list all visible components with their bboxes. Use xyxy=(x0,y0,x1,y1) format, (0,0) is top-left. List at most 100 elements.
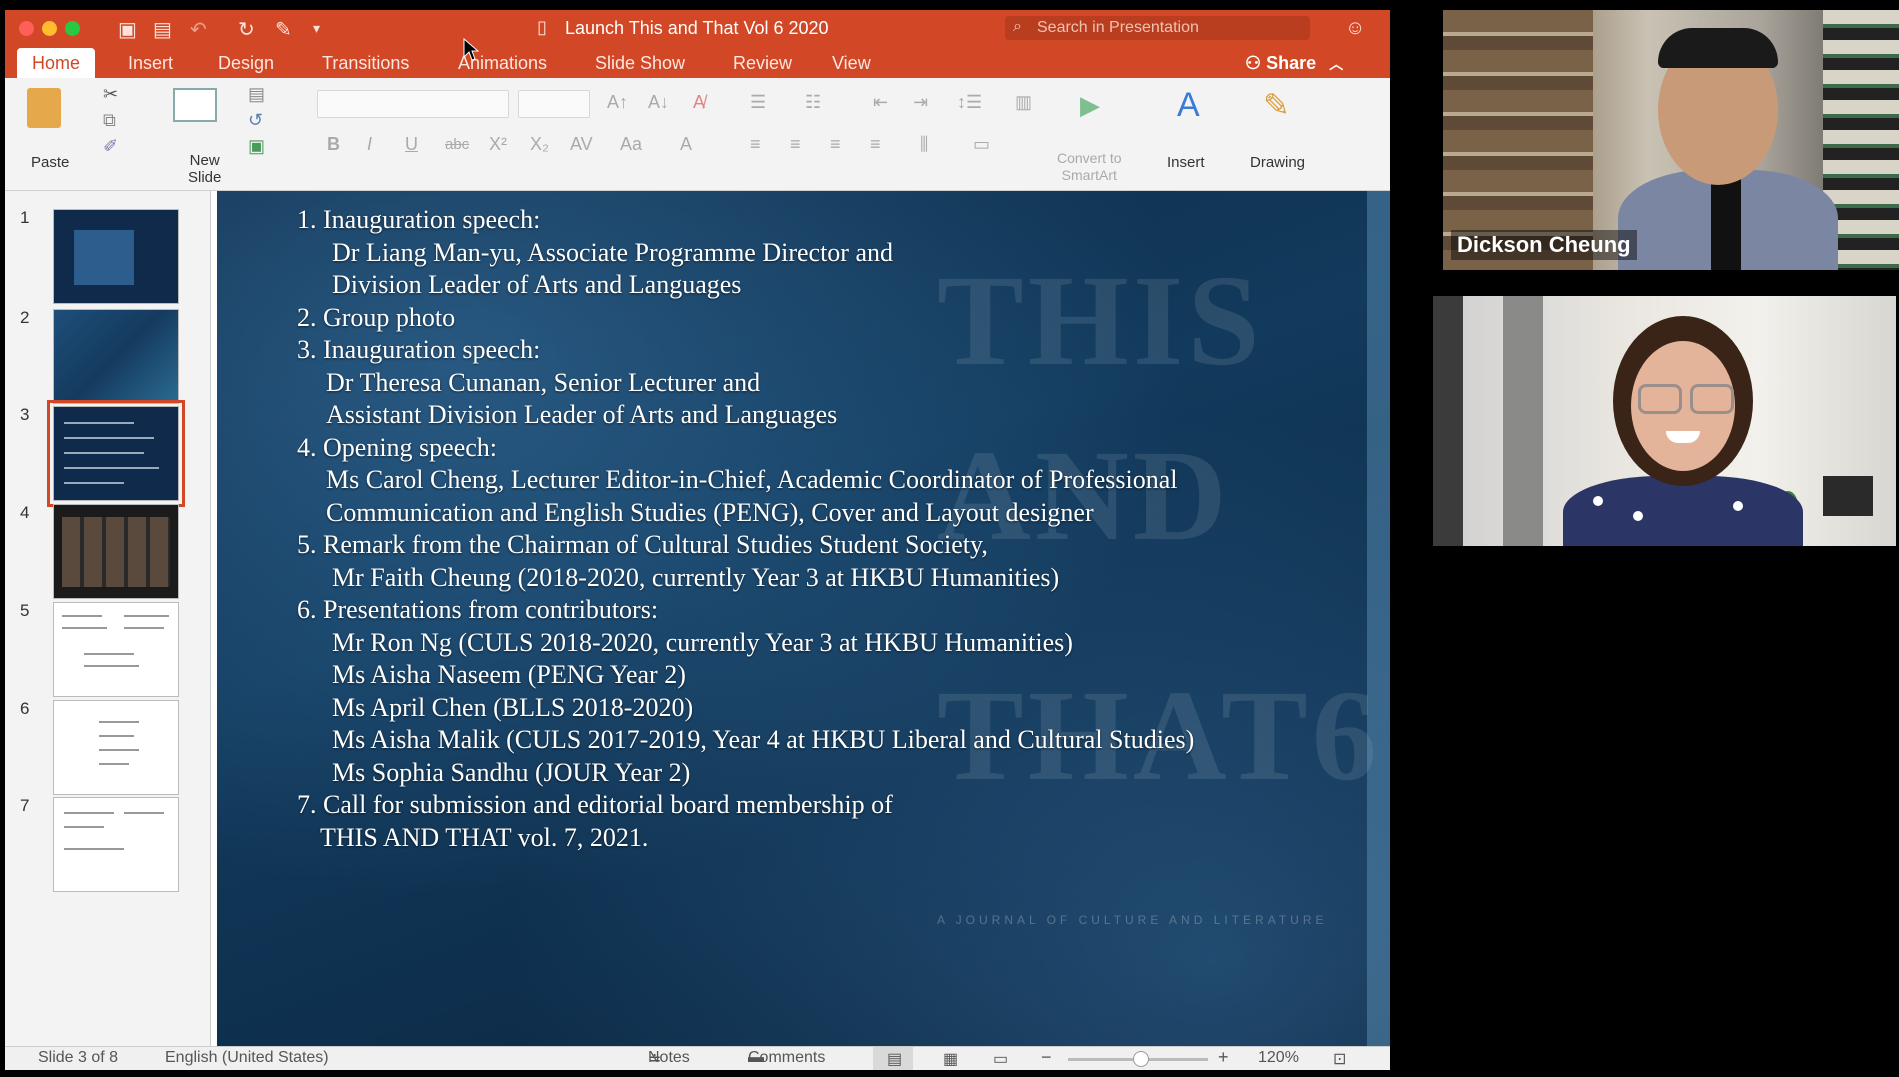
undo-icon[interactable]: ↶ xyxy=(190,17,207,42)
slide-thumbnail-6[interactable] xyxy=(53,700,179,795)
slide-canvas[interactable]: THIS AND THAT6 A JOURNAL OF CULTURE AND … xyxy=(217,191,1390,1046)
increase-font-size-icon[interactable]: A↑ xyxy=(607,92,628,113)
cut-icon[interactable]: ✂ xyxy=(103,84,118,105)
reset-icon[interactable]: ↺ xyxy=(248,110,263,131)
drawing-icon[interactable]: ✎ xyxy=(1263,86,1290,124)
slide-thumbnail-2[interactable] xyxy=(53,309,179,404)
slide-thumbnail-1[interactable] xyxy=(53,209,179,304)
share-button[interactable]: ⚇ Share ︿ xyxy=(1245,53,1343,74)
smiley-feedback-icon[interactable]: ☺ xyxy=(1345,17,1365,40)
tab-view[interactable]: View xyxy=(832,53,871,74)
document-title: Launch This and That Vol 6 2020 xyxy=(565,18,829,38)
align-text-icon[interactable]: ▭ xyxy=(973,134,990,155)
glasses-icon xyxy=(1638,384,1682,414)
superscript-icon[interactable]: X² xyxy=(489,134,507,155)
underline-icon[interactable]: U xyxy=(405,134,418,155)
bullets-icon[interactable]: ☰ xyxy=(750,92,766,113)
zoom-in-icon[interactable]: + xyxy=(1218,1047,1229,1068)
thumbnail-number: 5 xyxy=(20,601,30,620)
copy-icon[interactable]: ⧉ xyxy=(103,110,116,131)
slide-thumbnail-7[interactable] xyxy=(53,797,179,892)
font-size-dropdown[interactable] xyxy=(518,90,590,118)
slide-thumbnail-3[interactable] xyxy=(47,400,185,507)
zoom-slider-thumb[interactable] xyxy=(1133,1051,1149,1067)
bold-icon[interactable]: B xyxy=(327,134,340,155)
font-color-icon[interactable]: A xyxy=(680,134,692,155)
sidebar-toggle-icon[interactable]: ▣ xyxy=(118,17,137,42)
align-left-icon[interactable]: ≡ xyxy=(750,134,761,155)
zoom-window-button[interactable] xyxy=(65,21,80,36)
search-input[interactable]: ⌕ Search in Presentation xyxy=(1005,16,1310,40)
character-spacing-icon[interactable]: AV xyxy=(570,134,593,155)
convert-smartart-label: Convert to SmartArt xyxy=(1057,150,1122,183)
collapse-ribbon-icon[interactable]: ︿ xyxy=(1329,56,1343,72)
normal-view-icon: ▤ xyxy=(887,1051,903,1068)
thumbnail-number: 2 xyxy=(20,308,30,327)
text-direction-icon[interactable]: ⫼ xyxy=(920,134,928,155)
edit-icon[interactable]: ✎ xyxy=(275,17,292,42)
increase-indent-icon[interactable]: ⇥ xyxy=(913,92,928,113)
justify-icon[interactable]: ≡ xyxy=(870,134,881,155)
participant-video-tile[interactable] xyxy=(1433,296,1896,546)
tab-slide-show[interactable]: Slide Show xyxy=(595,53,685,74)
agenda-line: THIS AND THAT vol. 7, 2021. xyxy=(320,823,649,852)
smartart-icon[interactable]: ▶ xyxy=(1080,90,1100,121)
italic-icon[interactable]: I xyxy=(367,134,372,155)
section-icon[interactable]: ▣ xyxy=(248,136,265,157)
zoom-out-icon[interactable]: − xyxy=(1041,1047,1052,1068)
columns-icon[interactable]: ▥ xyxy=(1015,92,1032,113)
decrease-font-size-icon[interactable]: A↓ xyxy=(648,92,669,113)
change-case-icon[interactable]: Aa xyxy=(620,134,642,155)
paste-icon[interactable] xyxy=(27,88,61,128)
document-icon: ▯ xyxy=(537,17,547,37)
numbering-icon[interactable]: ☷ xyxy=(805,92,821,113)
customize-toolbar-icon[interactable]: ▾ xyxy=(313,20,320,37)
agenda-line: 1. Inauguration speech: xyxy=(297,205,541,234)
agenda-line: 7. Call for submission and editorial boa… xyxy=(297,790,893,819)
thumbnail-number: 3 xyxy=(20,405,30,424)
zoom-level[interactable]: 120% xyxy=(1258,1049,1299,1067)
slide-thumbnails-panel[interactable]: 1 2 3 4 5 6 7 xyxy=(5,191,211,1046)
slide-thumbnail-4[interactable] xyxy=(53,504,179,599)
slide-thumbnail-5[interactable] xyxy=(53,602,179,697)
tab-design[interactable]: Design xyxy=(218,53,274,74)
slide-sorter-icon[interactable]: ▦ xyxy=(943,1049,958,1069)
tab-insert[interactable]: Insert xyxy=(128,53,173,74)
save-icon[interactable]: ▤ xyxy=(153,17,172,42)
strikethrough-icon[interactable]: abc xyxy=(445,136,469,153)
tab-transitions[interactable]: Transitions xyxy=(322,53,409,74)
subscript-icon[interactable]: X₂ xyxy=(530,134,549,155)
language-indicator[interactable]: English (United States) xyxy=(165,1049,329,1067)
new-slide-icon[interactable] xyxy=(173,88,217,122)
redo-icon[interactable]: ↻ xyxy=(238,17,255,42)
agenda-line: Ms April Chen (BLLS 2018-2020) xyxy=(332,693,694,722)
presenter-view-icon[interactable]: ▭ xyxy=(993,1049,1008,1069)
insert-text-icon[interactable]: A xyxy=(1177,86,1200,125)
decrease-indent-icon[interactable]: ⇤ xyxy=(873,92,888,113)
agenda-line: Communication and English Studies (PENG)… xyxy=(326,498,1094,527)
clear-formatting-icon[interactable]: A̸ xyxy=(693,92,705,113)
participant-video-tile[interactable]: Dickson Cheung xyxy=(1443,10,1899,270)
close-window-button[interactable] xyxy=(19,21,34,36)
font-name-dropdown[interactable] xyxy=(317,90,509,118)
tab-home[interactable]: Home xyxy=(17,48,96,78)
participant-torso xyxy=(1563,476,1803,546)
format-painter-icon[interactable]: ✐ xyxy=(103,136,118,157)
ribbon-toolbar: Paste ✂ ⧉ ✐ New Slide ▤ ↺ ▣ A↑ A↓ A̸ B I … xyxy=(5,78,1390,191)
participant-name-label: Dickson Cheung xyxy=(1451,230,1637,260)
background-title-word: THIS xyxy=(937,249,1264,393)
line-spacing-icon[interactable]: ↕☰ xyxy=(957,92,982,113)
agenda-line: 2. Group photo xyxy=(297,303,456,332)
new-slide-label: New Slide xyxy=(188,152,222,186)
agenda-line: Ms Sophia Sandhu (JOUR Year 2) xyxy=(332,758,691,787)
fit-to-window-icon[interactable]: ⊡ xyxy=(1333,1049,1346,1069)
layout-icon[interactable]: ▤ xyxy=(248,84,265,105)
tab-review[interactable]: Review xyxy=(733,53,792,74)
minimize-window-button[interactable] xyxy=(42,21,57,36)
align-right-icon[interactable]: ≡ xyxy=(830,134,841,155)
agenda-line: Mr Faith Cheung (2018-2020, currently Ye… xyxy=(332,563,1060,592)
agenda-line: Ms Carol Cheng, Lecturer Editor-in-Chief… xyxy=(326,465,1178,494)
powerpoint-window: ▣ ▤ ↶ ↻ ✎ ▾ ▯ Launch This and That Vol 6… xyxy=(5,10,1390,1070)
normal-view-button[interactable]: ▤ xyxy=(873,1047,913,1070)
align-center-icon[interactable]: ≡ xyxy=(790,134,801,155)
